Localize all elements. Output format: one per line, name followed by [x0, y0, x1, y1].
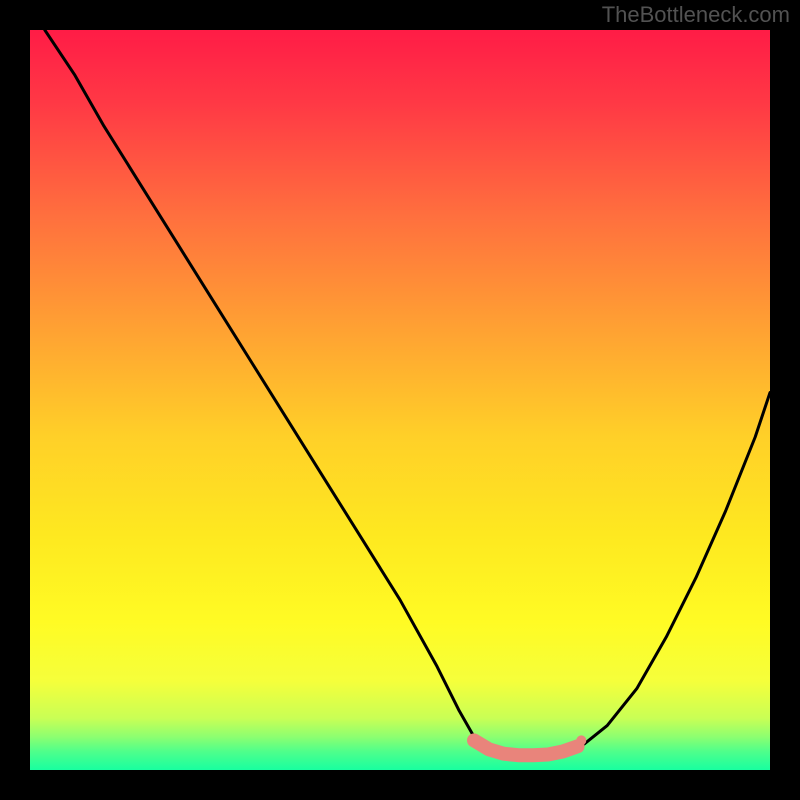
gradient-background — [30, 30, 770, 770]
watermark-text: TheBottleneck.com — [602, 2, 790, 28]
plot-svg — [30, 30, 770, 770]
annotation-dot — [576, 735, 586, 745]
chart-frame: TheBottleneck.com — [0, 0, 800, 800]
plot-area — [30, 30, 770, 770]
